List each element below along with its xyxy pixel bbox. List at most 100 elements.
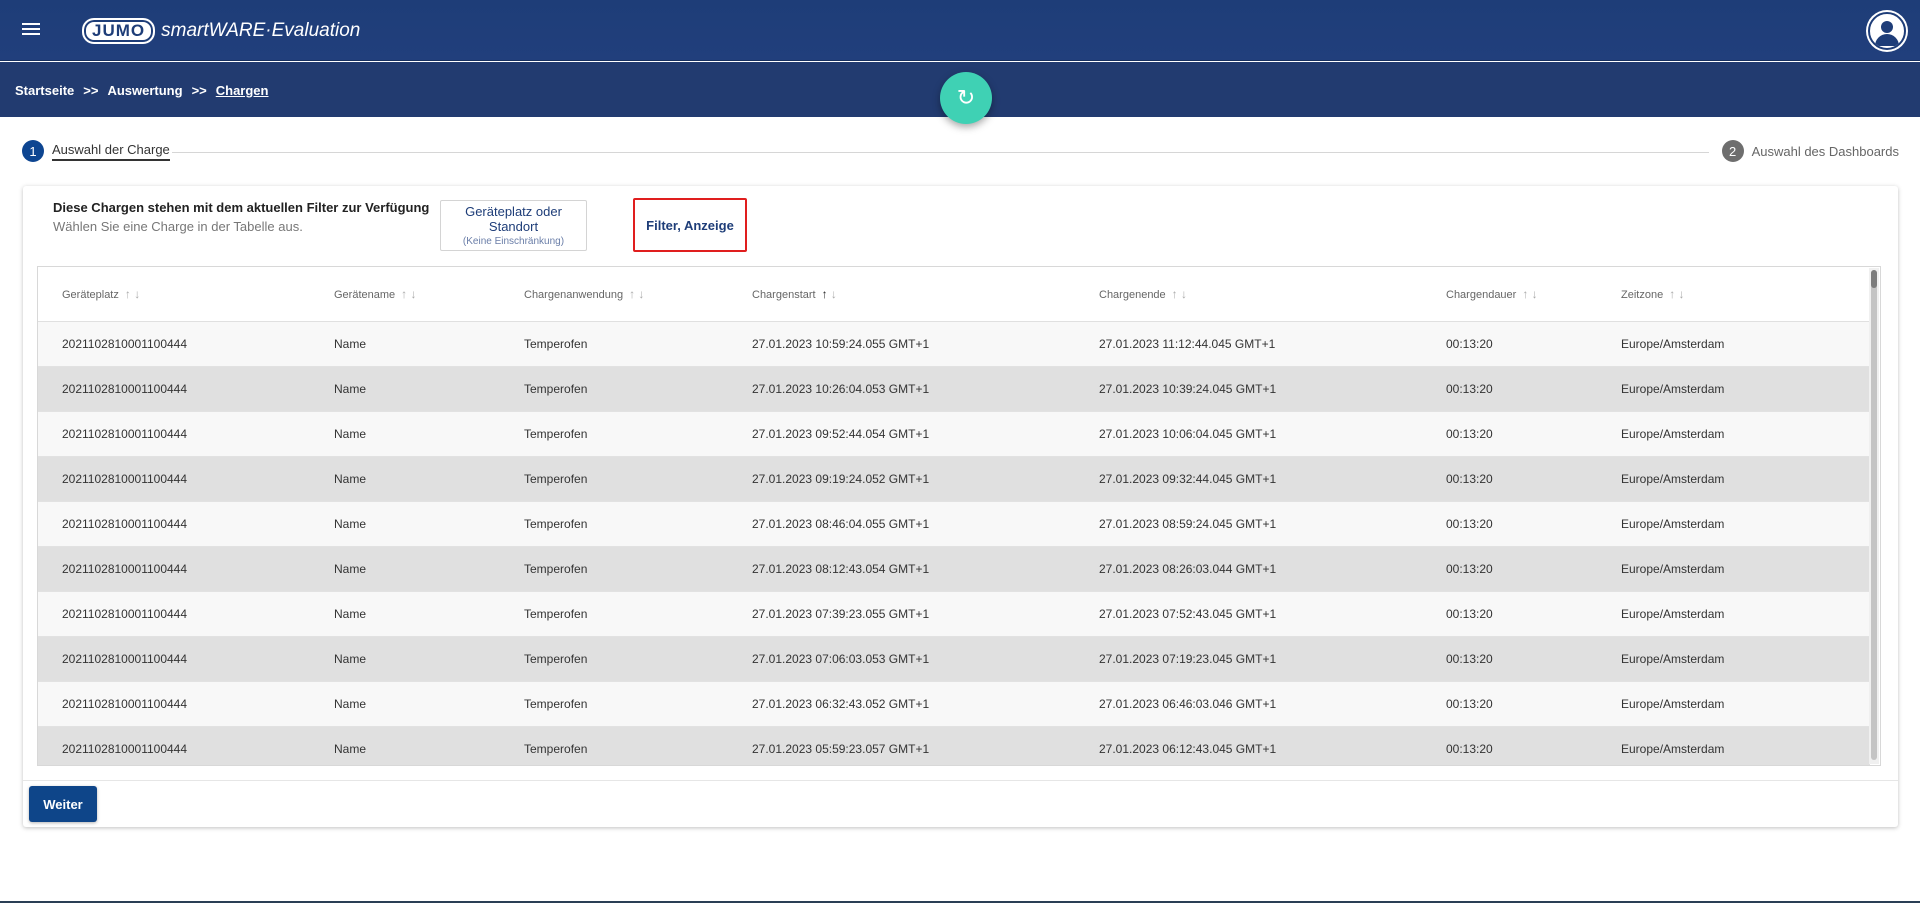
breadcrumb-auswertung[interactable]: Auswertung xyxy=(107,83,182,98)
step-number: 2 xyxy=(1721,140,1744,162)
cell-chargenende: 27.01.2023 08:59:24.045 GMT+1 xyxy=(1075,501,1422,547)
sort-ascending-active-icon[interactable]: ↑ xyxy=(822,287,828,301)
cell-chargendauer: 00:13:20 xyxy=(1422,321,1597,367)
table-scrollbar[interactable] xyxy=(1869,268,1879,764)
cell-geraeteplatz: 2021102810001100444 xyxy=(38,546,310,592)
cell-chargenstart: 27.01.2023 10:59:24.055 GMT+1 xyxy=(728,321,1075,367)
app-header: JUMO smartWARE·Evaluation xyxy=(0,0,1920,61)
display-filter-button[interactable]: Filter, Anzeige xyxy=(633,198,747,252)
card-divider xyxy=(23,780,1898,781)
table-row[interactable]: 2021102810001100444 Name Temperofen 27.01.2… xyxy=(38,411,1870,457)
table-row[interactable]: 2021102810001100444 Name Temperofen 27.01.2… xyxy=(38,591,1870,637)
cell-chargenanwendung: Temperofen xyxy=(500,726,728,765)
cell-chargendauer: 00:13:20 xyxy=(1422,411,1597,457)
cell-geraeteplatz: 2021102810001100444 xyxy=(38,726,310,765)
cell-chargenstart: 27.01.2023 07:39:23.055 GMT+1 xyxy=(728,591,1075,637)
table-row[interactable]: 2021102810001100444 Name Temperofen 27.01.2… xyxy=(38,546,1870,592)
step-label: Auswahl der Charge xyxy=(52,142,170,161)
cell-chargenende: 27.01.2023 09:32:44.045 GMT+1 xyxy=(1075,456,1422,502)
cell-geraetename: Name xyxy=(310,501,500,547)
card-title: Diese Chargen stehen mit dem aktuellen F… xyxy=(53,200,430,215)
cell-geraeteplatz: 2021102810001100444 xyxy=(38,456,310,502)
cell-chargenanwendung: Temperofen xyxy=(500,321,728,367)
charges-table: Geräteplatz ↑ ↓ Gerätename ↑ ↓ Chargenanwe… xyxy=(38,267,1870,765)
cell-geraeteplatz: 2021102810001100444 xyxy=(38,681,310,727)
cell-chargenstart: 27.01.2023 06:32:43.052 GMT+1 xyxy=(728,681,1075,727)
cell-geraeteplatz: 2021102810001100444 xyxy=(38,591,310,637)
cell-chargenende: 27.01.2023 10:39:24.045 GMT+1 xyxy=(1075,366,1422,412)
next-button[interactable]: Weiter xyxy=(29,786,97,822)
cell-chargenanwendung: Temperofen xyxy=(500,681,728,727)
cell-geraeteplatz: 2021102810001100444 xyxy=(38,636,310,682)
app-logo: JUMO smartWARE·Evaluation xyxy=(82,18,360,44)
table-row[interactable]: 2021102810001100444 Name Temperofen 27.01.2… xyxy=(38,636,1870,682)
location-filter-sublabel: (Keine Einschränkung) xyxy=(462,236,565,247)
column-header-label: Chargendauer xyxy=(1446,288,1517,301)
cell-chargendauer: 00:13:20 xyxy=(1422,501,1597,547)
step-auswahl-dashboards[interactable]: 2 Auswahl des Dashboards xyxy=(1711,140,1899,162)
sort-arrows-icon[interactable]: ↑ ↓ xyxy=(822,287,837,301)
sort-arrows-icon[interactable]: ↑ ↓ xyxy=(1172,287,1187,301)
column-header-label: Chargenanwendung xyxy=(524,288,624,301)
column-header-label: Chargenende xyxy=(1099,288,1166,301)
breadcrumb: Startseite >> Auswertung >> Chargen xyxy=(15,83,268,98)
column-header-label: Geräteplatz xyxy=(62,288,119,301)
cell-zeitzone: Europe/Amsterdam xyxy=(1597,366,1870,412)
column-header-geraeteplatz[interactable]: Geräteplatz ↑ ↓ xyxy=(38,267,310,322)
table-row[interactable]: 2021102810001100444 Name Temperofen 27.01.2… xyxy=(38,456,1870,502)
table-row[interactable]: 2021102810001100444 Name Temperofen 27.01.2… xyxy=(38,726,1870,765)
column-header-chargendauer[interactable]: Chargendauer ↑ ↓ xyxy=(1422,267,1597,322)
table-row[interactable]: 2021102810001100444 Name Temperofen 27.01.2… xyxy=(38,681,1870,727)
cell-zeitzone: Europe/Amsterdam xyxy=(1597,546,1870,592)
cell-geraeteplatz: 2021102810001100444 xyxy=(38,501,310,547)
column-header-label: Chargenstart xyxy=(752,288,816,301)
location-filter-button[interactable]: Geräteplatz oder Standort (Keine Einschr… xyxy=(440,200,587,251)
stepper: 1 Auswahl der Charge 2 Auswahl des Dashb… xyxy=(22,140,1899,166)
sort-arrows-icon[interactable]: ↑ ↓ xyxy=(401,287,416,301)
cell-chargenende: 27.01.2023 06:12:43.045 GMT+1 xyxy=(1075,726,1422,765)
sort-arrows-icon[interactable]: ↑ ↓ xyxy=(629,287,644,301)
sort-arrows-icon[interactable]: ↑ ↓ xyxy=(1522,287,1537,301)
cell-chargendauer: 00:13:20 xyxy=(1422,726,1597,765)
sort-arrows-icon[interactable]: ↑ ↓ xyxy=(125,287,140,301)
cell-geraetename: Name xyxy=(310,636,500,682)
scrollbar-thumb[interactable] xyxy=(1871,270,1877,288)
cell-geraetename: Name xyxy=(310,456,500,502)
step-number: 1 xyxy=(22,140,44,162)
refresh-button[interactable]: ↻ xyxy=(940,72,992,124)
cell-zeitzone: Europe/Amsterdam xyxy=(1597,591,1870,637)
column-header-zeitzone[interactable]: Zeitzone ↑ ↓ xyxy=(1597,267,1870,322)
cell-chargenstart: 27.01.2023 09:52:44.054 GMT+1 xyxy=(728,411,1075,457)
cell-geraetename: Name xyxy=(310,591,500,637)
column-header-chargenstart[interactable]: Chargenstart ↑ ↓ xyxy=(728,267,1075,322)
cell-chargenanwendung: Temperofen xyxy=(500,546,728,592)
user-avatar-icon[interactable] xyxy=(1868,12,1906,50)
breadcrumb-startseite[interactable]: Startseite xyxy=(15,83,74,98)
cell-chargenanwendung: Temperofen xyxy=(500,636,728,682)
breadcrumb-separator: >> xyxy=(191,83,207,98)
step-auswahl-charge[interactable]: 1 Auswahl der Charge xyxy=(22,140,170,162)
cell-geraetename: Name xyxy=(310,681,500,727)
step-label: Auswahl des Dashboards xyxy=(1751,143,1899,159)
cell-chargenstart: 27.01.2023 05:59:23.057 GMT+1 xyxy=(728,726,1075,765)
column-header-chargenende[interactable]: Chargenende ↑ ↓ xyxy=(1075,267,1422,322)
scrollbar-track[interactable] xyxy=(1871,270,1877,760)
table-row[interactable]: 2021102810001100444 Name Temperofen 27.01.2… xyxy=(38,366,1870,412)
table-row[interactable]: 2021102810001100444 Name Temperofen 27.01.2… xyxy=(38,321,1870,367)
sort-arrows-icon[interactable]: ↑ ↓ xyxy=(1669,287,1684,301)
table-row[interactable]: 2021102810001100444 Name Temperofen 27.01.2… xyxy=(38,501,1870,547)
cell-geraeteplatz: 2021102810001100444 xyxy=(38,366,310,412)
cell-chargendauer: 00:13:20 xyxy=(1422,591,1597,637)
hamburger-menu-icon[interactable] xyxy=(22,20,46,40)
charge-selection-card: Diese Chargen stehen mit dem aktuellen F… xyxy=(23,186,1898,827)
display-filter-label: Filter, Anzeige xyxy=(646,217,734,233)
cell-chargenanwendung: Temperofen xyxy=(500,411,728,457)
column-header-geraetename[interactable]: Gerätename ↑ ↓ xyxy=(310,267,500,322)
cell-zeitzone: Europe/Amsterdam xyxy=(1597,321,1870,367)
column-header-chargenanwendung[interactable]: Chargenanwendung ↑ ↓ xyxy=(500,267,728,322)
cell-chargenende: 27.01.2023 11:12:44.045 GMT+1 xyxy=(1075,321,1422,367)
cell-chargendauer: 00:13:20 xyxy=(1422,681,1597,727)
breadcrumb-chargen[interactable]: Chargen xyxy=(216,83,269,98)
cell-chargenende: 27.01.2023 07:52:43.045 GMT+1 xyxy=(1075,591,1422,637)
cell-zeitzone: Europe/Amsterdam xyxy=(1597,681,1870,727)
